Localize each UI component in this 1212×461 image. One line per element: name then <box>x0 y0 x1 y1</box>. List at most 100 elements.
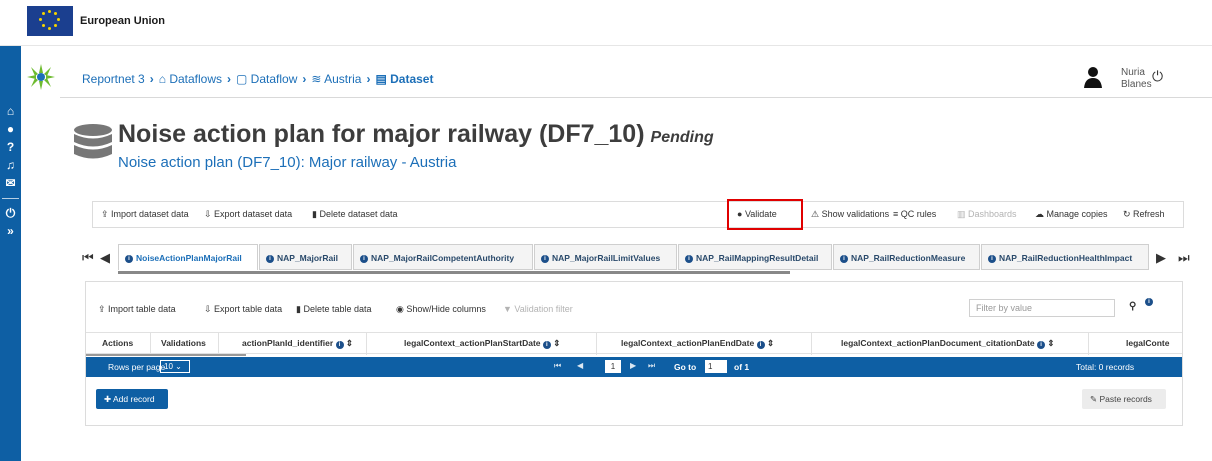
delete-table-label: Delete table data <box>303 304 372 314</box>
column-header[interactable]: legalContext_actionPlanDocument_citation… <box>841 338 1055 349</box>
refresh-button[interactable]: ↻ Refresh <box>1123 209 1165 220</box>
column-header-label: legalContext_actionPlanEndDate <box>621 338 755 348</box>
rows-per-page-value: 10 <box>164 362 173 371</box>
chevron-right-icon: › <box>227 72 231 86</box>
search-icon[interactable]: ⚲ <box>1129 301 1136 312</box>
eu-label: European Union <box>80 15 165 27</box>
tab-label: NAP_MajorRailLimitValues <box>552 253 661 263</box>
tab-label: NAP_RailReductionHealthImpact <box>999 253 1133 263</box>
show-hide-columns-button[interactable]: ◉ Show/Hide columns <box>396 304 486 315</box>
import-dataset-button[interactable]: ⇪ Import dataset data <box>101 209 189 220</box>
tab-label: NoiseActionPlanMajorRail <box>136 253 242 263</box>
logout-icon[interactable]: ⏻ <box>1152 68 1163 85</box>
tab-label: NAP_MajorRail <box>277 253 338 263</box>
add-record-button[interactable]: ✚ Add record <box>96 389 168 409</box>
tab-nap-majorrail[interactable]: i NAP_MajorRail <box>259 244 352 270</box>
export-table-button[interactable]: ⇩ Export table data <box>204 304 282 315</box>
reportnet-logo-icon[interactable] <box>24 62 58 92</box>
prev-page-icon[interactable]: ◀ <box>577 361 583 370</box>
column-divider <box>218 333 219 355</box>
chevron-right-icon: › <box>366 72 371 86</box>
table-scrollbar[interactable] <box>86 354 246 356</box>
tab-nap-majorraillimitvalues[interactable]: i NAP_MajorRailLimitValues <box>534 244 677 270</box>
info-icon: i <box>541 255 549 263</box>
breadcrumb: Reportnet 3 › ⌂ Dataflows › ▢ Dataflow › ≋ Aus… <box>82 72 433 86</box>
column-header[interactable]: actionPlanId_identifier i ⇕ <box>242 338 353 349</box>
export-table-label: Export table data <box>214 304 283 314</box>
info-icon: i <box>840 255 848 263</box>
column-header: Validations <box>161 338 206 348</box>
export-dataset-label: Export dataset data <box>214 209 293 219</box>
delete-table-button[interactable]: ▮ Delete table data <box>296 304 372 315</box>
manage-copies-button[interactable]: ☁ Manage copies <box>1035 209 1108 220</box>
import-table-label: Import table data <box>108 304 176 314</box>
next-page-icon[interactable]: ▶ <box>630 361 636 370</box>
import-table-button[interactable]: ⇪ Import table data <box>98 304 176 315</box>
rows-per-page-select[interactable]: 10 ⌄ <box>160 360 190 373</box>
last-tab-icon[interactable]: ⏭ <box>1178 250 1190 266</box>
column-header: Actions <box>102 338 134 348</box>
column-header[interactable]: legalContext_actionPlanEndDate i ⇕ <box>621 338 774 349</box>
notifications-icon[interactable]: ♫ <box>0 158 21 172</box>
tabs-scrollbar[interactable] <box>118 271 790 274</box>
dataset-toolbar: ⇪ Import dataset data ⇩ Export dataset d… <box>92 199 1184 230</box>
column-header[interactable]: legalContext_actionPlanStartDate i ⇕ <box>404 338 560 349</box>
paste-records-label: Paste records <box>1099 394 1152 404</box>
table-toolbar: ⇪ Import table data ⇩ Export table data … <box>86 282 1182 332</box>
first-tab-icon[interactable]: ⏮ <box>82 250 94 266</box>
page-title: Noise action plan for major railway (DF7… <box>118 120 714 149</box>
tab-nap-majorrailcompetentauthority[interactable]: i NAP_MajorRailCompetentAuthority <box>353 244 533 270</box>
user-avatar-icon <box>1084 67 1102 88</box>
next-tab-icon[interactable]: ▶ <box>1156 250 1166 266</box>
info-icon: i <box>360 255 368 263</box>
rows-per-page-label: Rows per page <box>108 362 166 372</box>
database-icon <box>74 124 112 159</box>
tab-nap-railmappingresultdetail[interactable]: i NAP_RailMappingResultDetail <box>678 244 832 270</box>
breadcrumb-reportnet[interactable]: Reportnet 3 <box>82 72 145 86</box>
breadcrumb-dataflows-label: Dataflows <box>169 72 222 86</box>
export-dataset-button[interactable]: ⇩ Export dataset data <box>204 209 292 220</box>
show-validations-button[interactable]: ⚠ Show validations <box>811 209 889 220</box>
breadcrumb-dataflows[interactable]: ⌂ Dataflows <box>159 72 222 86</box>
info-icon[interactable]: i <box>1145 298 1153 306</box>
delete-dataset-button[interactable]: ▮ Delete dataset data <box>312 209 398 220</box>
help-icon[interactable]: ? <box>0 140 21 154</box>
import-dataset-label: Import dataset data <box>111 209 189 219</box>
column-divider <box>150 333 151 355</box>
last-page-icon[interactable]: ⏭ <box>648 361 655 371</box>
dashboards-button[interactable]: ▥ Dashboards <box>957 209 1017 220</box>
show-validations-label: Show validations <box>821 209 890 219</box>
tab-nap-railreductionmeasure[interactable]: i NAP_RailReductionMeasure <box>833 244 980 270</box>
goto-input[interactable]: 1 <box>705 360 727 373</box>
user-icon[interactable]: ● <box>0 122 21 136</box>
goto-label: Go to <box>674 362 697 372</box>
breadcrumb-dataflow[interactable]: ▢ Dataflow <box>236 72 297 86</box>
eu-top-bar: European Union <box>0 0 1212 46</box>
logout-sidebar-icon[interactable]: ⏻ <box>0 206 21 220</box>
tab-noiseactionplanmajorrail[interactable]: i NoiseActionPlanMajorRail <box>118 244 258 270</box>
messages-icon[interactable]: ✉ <box>0 176 21 190</box>
home-icon[interactable]: ⌂ <box>0 104 21 118</box>
first-page-icon[interactable]: ⏮ <box>554 361 561 371</box>
tab-nap-railreductionhealthimpact[interactable]: i NAP_RailReductionHealthImpact <box>981 244 1149 270</box>
table-panel: ⇪ Import table data ⇩ Export table data … <box>85 281 1183 426</box>
prev-tab-icon[interactable]: ◀ <box>100 250 110 266</box>
column-divider <box>366 333 367 355</box>
manage-copies-label: Manage copies <box>1046 209 1108 219</box>
status-badge: Pending <box>650 129 714 146</box>
filter-input[interactable]: Filter by value <box>969 299 1115 317</box>
column-header-label: legalContext_actionPlanStartDate <box>404 338 541 348</box>
tab-label: NAP_MajorRailCompetentAuthority <box>371 253 515 263</box>
breadcrumb-austria[interactable]: ≋ Austria <box>311 72 361 86</box>
delete-dataset-label: Delete dataset data <box>319 209 398 219</box>
info-icon: i <box>266 255 274 263</box>
dashboards-label: Dashboards <box>968 209 1017 219</box>
column-divider <box>1088 333 1089 355</box>
info-icon: i <box>1037 341 1046 349</box>
validation-filter-label: Validation filter <box>514 304 573 314</box>
current-page[interactable]: 1 <box>605 360 621 373</box>
expand-sidebar-icon[interactable]: » <box>0 224 21 238</box>
paste-records-button[interactable]: ✎ Paste records <box>1082 389 1166 409</box>
qc-rules-button[interactable]: ≡ QC rules <box>893 209 936 219</box>
validation-filter-button[interactable]: ▼ Validation filter <box>503 304 573 314</box>
